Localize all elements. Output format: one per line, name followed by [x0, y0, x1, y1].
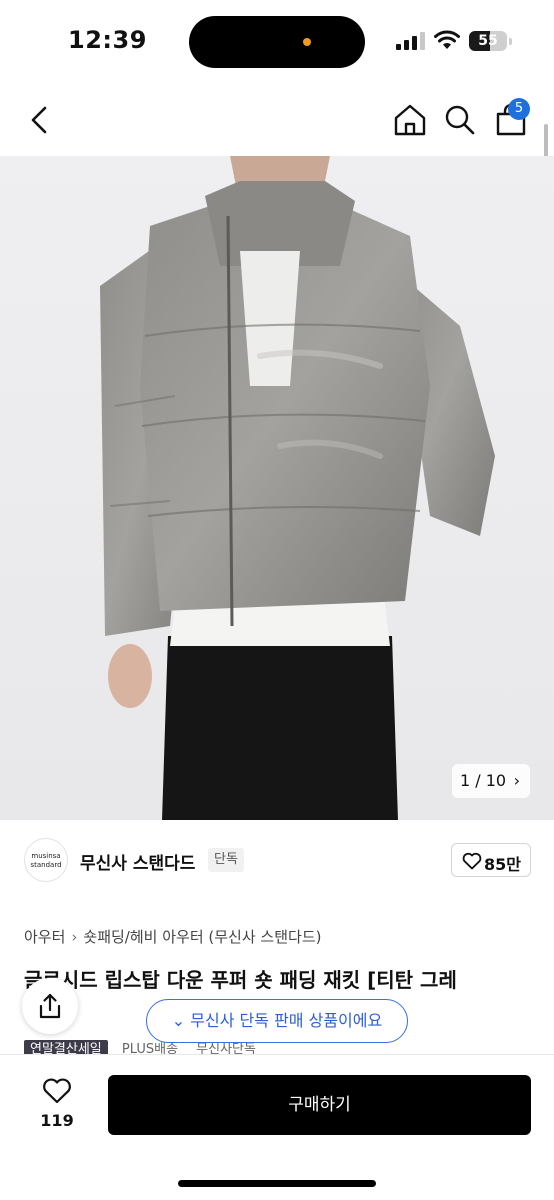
breadcrumb-item-short-padding[interactable]: 숏패딩/헤비 아우터 (무신사 스탠다드) — [83, 928, 321, 946]
cart-button[interactable]: 5 — [494, 98, 530, 140]
wishlist-count: 119 — [40, 1111, 74, 1130]
brand-logo[interactable]: musinsa standard — [24, 838, 68, 882]
buy-button[interactable]: 구매하기 — [108, 1075, 531, 1135]
model-wearing-puffer-jacket-image — [100, 156, 495, 820]
top-nav-bar: 5 — [0, 86, 554, 156]
wishlist-button[interactable]: 119 — [30, 1075, 84, 1141]
product-image[interactable] — [0, 156, 554, 820]
exclusive-pill-label: 무신사 단독 판매 상품이에요 — [190, 1011, 383, 1030]
home-indicator — [178, 1180, 376, 1187]
status-bar: 12:39 55 — [0, 0, 554, 86]
home-button[interactable] — [392, 100, 428, 140]
brand-logo-line1: musinsa — [31, 852, 61, 860]
back-button[interactable] — [22, 100, 58, 140]
brand-like-button[interactable]: 85만 — [451, 843, 531, 877]
brand-logo-line2: standard — [30, 861, 62, 869]
battery-percent: 55 — [478, 33, 498, 49]
chevron-left-icon — [31, 106, 47, 134]
privacy-indicator-dot — [303, 38, 311, 46]
status-time: 12:39 — [68, 26, 147, 54]
brand-name-link[interactable]: 무신사 스탠다드 — [80, 849, 195, 874]
battery-cap — [509, 38, 512, 45]
share-button[interactable] — [22, 978, 78, 1034]
battery-icon: 55 — [469, 31, 507, 51]
image-page-counter[interactable]: 1 / 10 › — [452, 764, 530, 798]
breadcrumb-item-outer[interactable]: 아우터 — [24, 928, 65, 946]
search-icon — [445, 105, 475, 135]
image-counter-text: 1 / 10 — [460, 771, 507, 790]
heart-icon — [43, 1078, 71, 1104]
exclusive-product-pill[interactable]: ⌄ 무신사 단독 판매 상품이에요 — [146, 999, 408, 1043]
chevron-down-icon: ⌄ — [171, 1011, 186, 1030]
brand-row: musinsa standard 무신사 스탠다드 단독 85만 — [0, 820, 554, 908]
breadcrumb-separator: › — [71, 928, 78, 946]
heart-icon — [462, 852, 482, 870]
product-title: 글로시드 립스탑 다운 푸퍼 숏 패딩 재킷 [티탄 그레 — [24, 968, 457, 992]
dynamic-island — [189, 16, 365, 68]
home-icon — [394, 104, 426, 136]
wifi-icon — [434, 30, 460, 49]
search-button[interactable] — [442, 100, 478, 140]
cart-count-badge: 5 — [508, 98, 530, 120]
breadcrumb: 아우터 › 숏패딩/헤비 아우터 (무신사 스탠다드) — [24, 926, 321, 947]
share-icon — [39, 993, 61, 1019]
chevron-right-icon: › — [513, 771, 520, 790]
brand-like-count: 85만 — [484, 855, 521, 874]
bottom-action-bar: 119 구매하기 — [0, 1054, 554, 1200]
cellular-signal-icon — [396, 32, 425, 50]
exclusive-tag: 단독 — [208, 848, 244, 872]
